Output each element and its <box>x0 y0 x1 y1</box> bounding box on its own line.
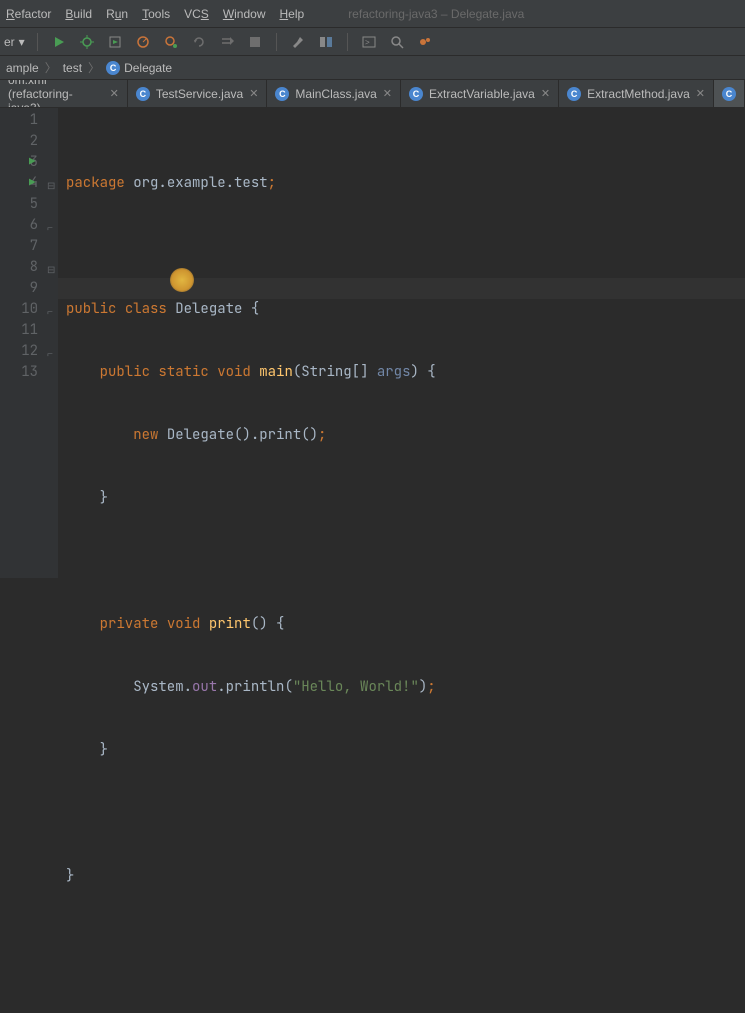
chevron-right-icon: 〉 <box>45 59 57 76</box>
menubar: Refactor Build Run Tools VCS Window Help… <box>0 0 745 28</box>
editor-tabs: om.xml (refactoring-java3)✕ CTestService… <box>0 80 745 108</box>
editor-tab[interactable]: om.xml (refactoring-java3)✕ <box>0 80 128 107</box>
layout-icon[interactable] <box>317 33 335 51</box>
breadcrumb-item[interactable]: ample <box>6 61 39 75</box>
search-icon[interactable] <box>388 33 406 51</box>
class-icon: C <box>136 87 150 101</box>
close-icon[interactable]: ✕ <box>383 87 392 100</box>
fold-minus-icon[interactable]: ⊟ <box>47 259 55 280</box>
menu-tools[interactable]: Tools <box>142 7 170 21</box>
line-number: 5 <box>0 194 38 215</box>
run-config-selector[interactable]: er ▾ <box>4 35 25 49</box>
wrench-icon[interactable] <box>289 33 307 51</box>
svg-text:>: > <box>365 38 370 47</box>
line-number: 8 <box>0 257 38 278</box>
line-number: 1 <box>0 110 38 131</box>
breadcrumb-item[interactable]: test <box>63 61 82 75</box>
class-icon: C <box>106 61 120 75</box>
editor-tab[interactable]: CExtractMethod.java✕ <box>559 80 714 107</box>
run-gutter-icon[interactable]: ▶ <box>29 152 36 173</box>
line-number: 11 <box>0 320 38 341</box>
menu-refactor[interactable]: Refactor <box>6 7 51 21</box>
code-area[interactable]: package org.example.test; public class D… <box>58 108 745 578</box>
fold-close-icon[interactable]: ⌐ <box>47 301 53 322</box>
fold-close-icon[interactable]: ⌐ <box>47 217 53 238</box>
current-line-highlight <box>58 278 745 299</box>
line-number: 10 <box>0 299 38 320</box>
class-icon: C <box>409 87 423 101</box>
fold-close-icon[interactable]: ⌐ <box>47 343 53 364</box>
editor-tab[interactable]: CExtractVariable.java✕ <box>401 80 559 107</box>
editor-tab-overflow[interactable]: C <box>714 80 745 107</box>
separator <box>37 33 38 51</box>
editor-tab[interactable]: CTestService.java✕ <box>128 80 268 107</box>
separator <box>276 33 277 51</box>
breadcrumb-item[interactable]: CDelegate <box>106 61 172 75</box>
line-number: 13 <box>0 362 38 383</box>
chevron-right-icon: 〉 <box>88 59 100 76</box>
menu-run[interactable]: Run <box>106 7 128 21</box>
run-gutter-icon[interactable]: ▶ <box>29 173 36 194</box>
close-icon[interactable]: ✕ <box>696 87 705 100</box>
profile-icon[interactable] <box>134 33 152 51</box>
line-number: 9 <box>0 278 38 299</box>
coverage-icon[interactable] <box>106 33 124 51</box>
menu-build[interactable]: Build <box>65 7 92 21</box>
class-icon: C <box>275 87 289 101</box>
terminal-icon[interactable]: > <box>360 33 378 51</box>
window-title: refactoring-java3 – Delegate.java <box>348 7 524 21</box>
run-config-label: er <box>4 35 15 49</box>
close-icon[interactable]: ✕ <box>110 87 119 100</box>
menu-window[interactable]: Window <box>223 7 266 21</box>
class-icon: C <box>567 87 581 101</box>
update-icon[interactable] <box>190 33 208 51</box>
fold-minus-icon[interactable]: ⊟ <box>47 175 55 196</box>
chevron-down-icon: ▾ <box>19 35 25 49</box>
line-number: 12 <box>0 341 38 362</box>
line-number: 2 <box>0 131 38 152</box>
menu-help[interactable]: Help <box>280 7 305 21</box>
line-number: 7 <box>0 236 38 257</box>
class-icon: C <box>722 87 736 101</box>
mouse-cursor-highlight <box>170 268 194 292</box>
stop-icon[interactable] <box>246 33 264 51</box>
code-editor[interactable]: ▶ ▶ 12345678910111213 ⊟ ⌐ ⊟ ⌐ ⌐ package … <box>0 108 745 578</box>
debug-icon[interactable] <box>78 33 96 51</box>
separator <box>347 33 348 51</box>
fold-gutter: ⊟ ⌐ ⊟ ⌐ ⌐ <box>44 108 58 578</box>
breadcrumb: ample 〉 test 〉 CDelegate <box>0 56 745 80</box>
menu-vcs[interactable]: VCS <box>184 7 209 21</box>
line-number: 6 <box>0 215 38 236</box>
step-icon[interactable] <box>218 33 236 51</box>
close-icon[interactable]: ✕ <box>541 87 550 100</box>
toolbar: er ▾ > <box>0 28 745 56</box>
line-number-gutter: ▶ ▶ 12345678910111213 <box>0 108 44 578</box>
run-icon[interactable] <box>50 33 68 51</box>
blob-icon[interactable] <box>416 33 434 51</box>
editor-tab[interactable]: CMainClass.java✕ <box>267 80 401 107</box>
profile-attach-icon[interactable] <box>162 33 180 51</box>
close-icon[interactable]: ✕ <box>249 87 258 100</box>
